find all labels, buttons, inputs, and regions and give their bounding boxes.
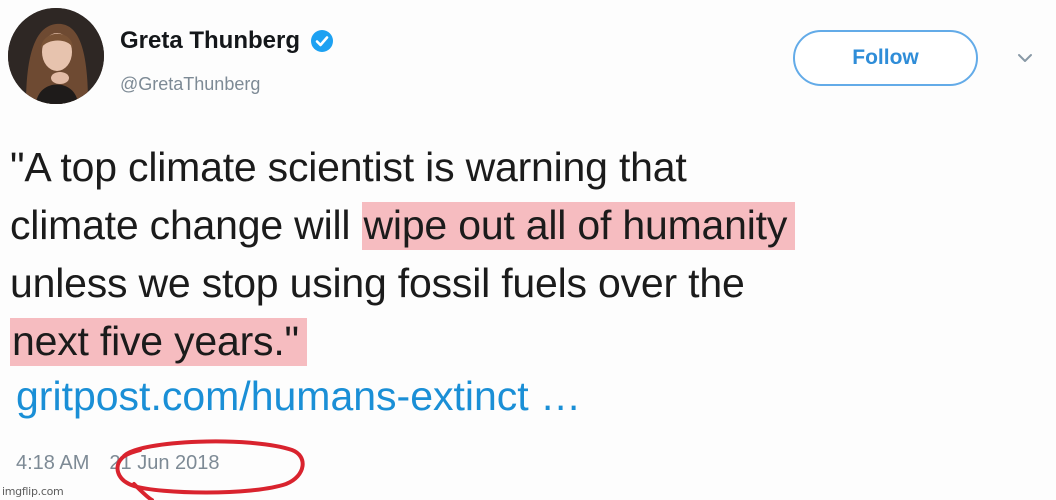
tweet-line: "A top climate scientist is warning that (10, 138, 1040, 196)
tweet-time[interactable]: 4:18 AM (16, 452, 89, 475)
tweet-line: unless we stop using fossil fuels over t… (10, 254, 1040, 312)
tweet-line: climate change will wipe out all of huma… (10, 196, 1040, 254)
user-handle[interactable]: @GretaThunberg (120, 74, 260, 95)
highlighted-phrase: next five years." (10, 318, 307, 366)
chevron-down-icon[interactable] (1017, 52, 1033, 64)
verified-badge-icon (310, 29, 334, 53)
red-circle-annotation (115, 439, 305, 500)
display-name[interactable]: Greta Thunberg (120, 27, 300, 55)
highlighted-phrase: wipe out all of humanity (361, 202, 796, 250)
tweet-text: "A top climate scientist is warning that… (10, 138, 1040, 370)
tweet-link[interactable]: gritpost.com/humans-extinct … (16, 370, 581, 422)
watermark: imgflip.com (2, 485, 64, 498)
author-name-row: Greta Thunberg (120, 24, 334, 58)
tweet-line: next five years." (10, 312, 1040, 370)
person-portrait-icon (8, 8, 104, 104)
avatar[interactable] (8, 8, 104, 104)
tweet-card: Greta Thunberg @GretaThunberg Follow "A … (0, 0, 1056, 500)
tweet-text-segment: unless we stop using fossil fuels over t… (10, 260, 745, 306)
tweet-text-segment: "A top climate scientist is warning that (10, 144, 687, 190)
tweet-text-segment: climate change will (10, 202, 362, 248)
follow-button[interactable]: Follow (793, 30, 978, 86)
